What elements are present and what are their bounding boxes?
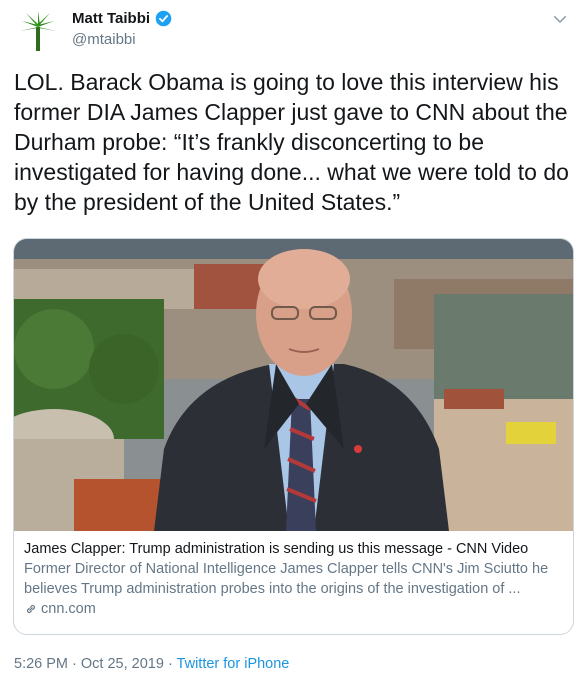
tweet-source[interactable]: Twitter for iPhone — [177, 656, 290, 672]
link-icon — [26, 604, 36, 614]
meta-separator: · — [68, 656, 81, 672]
author-display-name[interactable]: Matt Taibbi — [72, 10, 150, 27]
meta-separator-2: · — [163, 656, 177, 672]
card-title[interactable]: James Clapper: Trump administration is s… — [24, 539, 564, 559]
card-image[interactable] — [14, 239, 573, 531]
card-domain-row[interactable]: cnn.com — [24, 599, 564, 619]
card-info[interactable]: James Clapper: Trump administration is s… — [24, 539, 564, 619]
avatar[interactable] — [14, 7, 62, 55]
palm-tree-icon — [20, 11, 56, 51]
card-description-line1: Former Director of National Intelligence… — [24, 561, 549, 577]
author-name-row[interactable]: Matt Taibbi — [72, 10, 172, 27]
chevron-down-icon[interactable] — [551, 10, 569, 28]
tweet-meta: 5:26 PM · Oct 25, 2019 · Twitter for iPh… — [14, 656, 289, 672]
tweet-date[interactable]: Oct 25, 2019 — [81, 656, 164, 672]
author-handle[interactable]: @mtaibbi — [72, 31, 136, 48]
tweet-time[interactable]: 5:26 PM — [14, 656, 68, 672]
verified-badge-icon — [155, 10, 172, 27]
card-description-line2: believes Trump administration probes int… — [24, 581, 521, 597]
link-card[interactable]: James Clapper: Trump administration is s… — [13, 238, 574, 635]
card-domain[interactable]: cnn.com — [41, 599, 96, 619]
tweet-text: LOL. Barack Obama is going to love this … — [14, 69, 569, 215]
